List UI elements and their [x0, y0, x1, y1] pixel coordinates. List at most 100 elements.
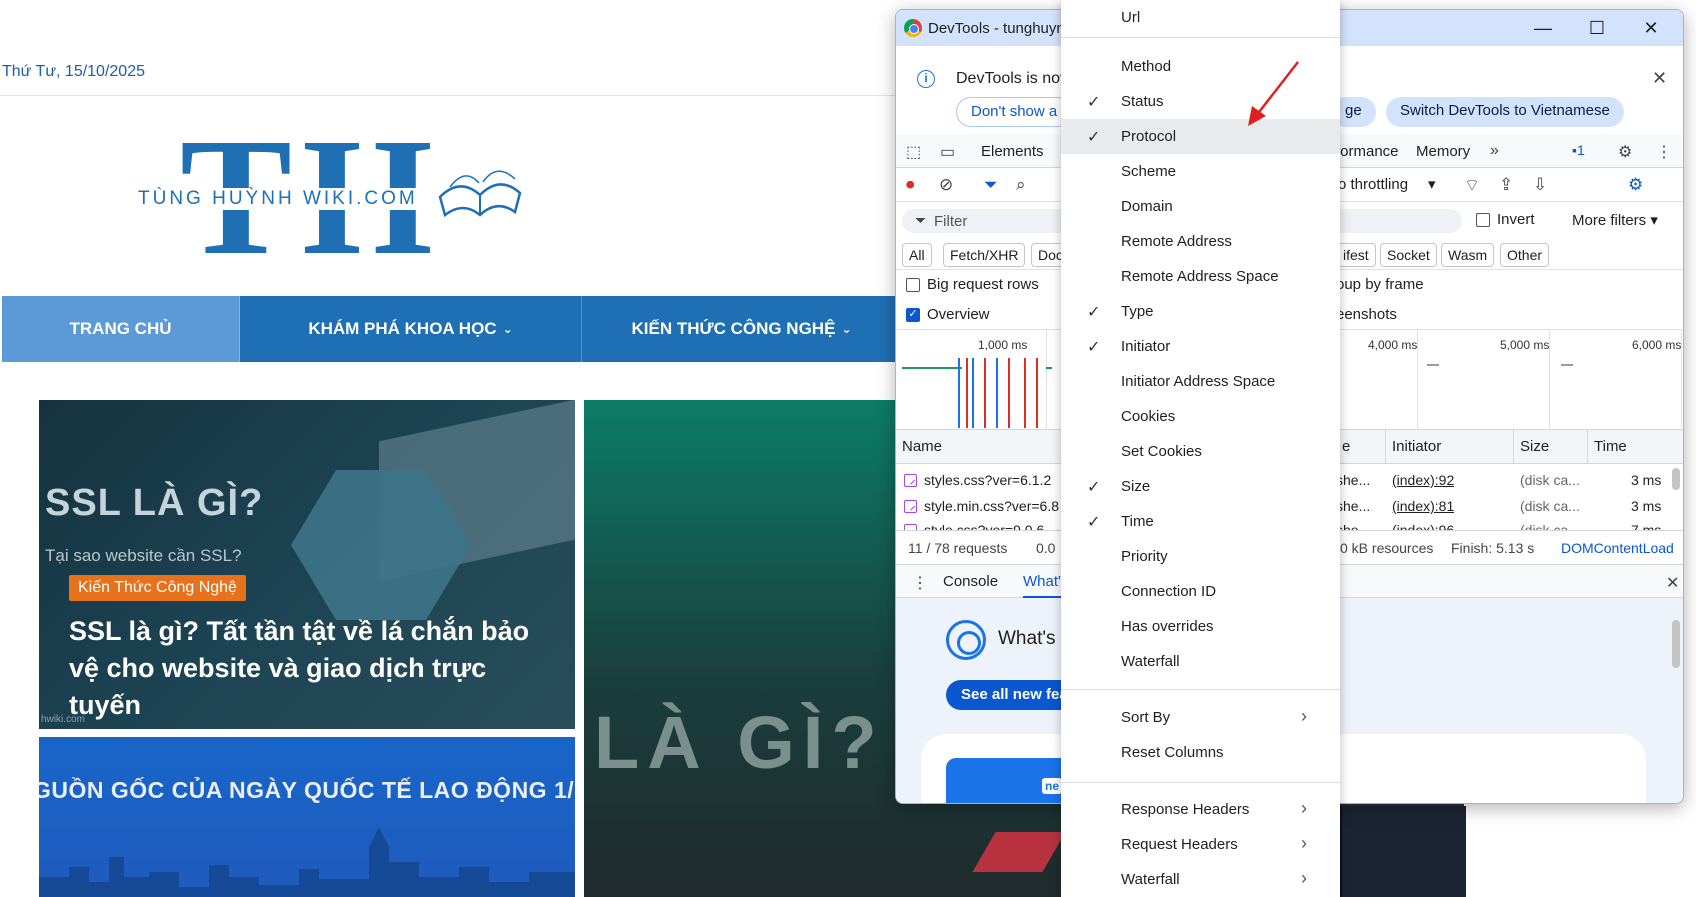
minimize-icon[interactable]: —	[1528, 16, 1558, 40]
menu-item-remote-address-space[interactable]: Remote Address Space	[1061, 259, 1340, 294]
chevron-down-icon: ▾	[1650, 212, 1658, 229]
group-by-frame-label[interactable]: oup by frame	[1336, 276, 1424, 293]
menu-item-scheme[interactable]: Scheme	[1061, 154, 1340, 189]
overview-checkbox[interactable]: ✓	[906, 308, 920, 322]
menu-item-waterfall-sub[interactable]: Waterfall ›	[1061, 862, 1340, 897]
menu-item-response-headers[interactable]: Response Headers ›	[1061, 792, 1340, 827]
annotation-arrow	[1248, 61, 1299, 126]
menu-item-waterfall[interactable]: Waterfall	[1061, 644, 1340, 679]
menu-item-reset-columns[interactable]: Reset Columns	[1061, 735, 1340, 770]
menu-item-label: Scheme	[1121, 163, 1177, 180]
more-options-icon[interactable]: ⋮	[1656, 142, 1672, 162]
filter-wasm[interactable]: Wasm	[1441, 243, 1495, 267]
menu-item-label: Sort By	[1121, 709, 1171, 726]
initiator-link[interactable]: (index):96	[1392, 522, 1454, 530]
funnel-icon: ⏷	[915, 212, 927, 228]
tab-memory[interactable]: Memory	[1416, 143, 1470, 160]
menu-item-initiator[interactable]: ✓ Initiator	[1061, 329, 1340, 364]
search-icon[interactable]: ⌕	[1016, 175, 1026, 195]
dont-show-again-button[interactable]: Don't show a	[956, 97, 1073, 127]
drawer-scrollbar[interactable]	[1672, 620, 1680, 668]
drawer-menu-icon[interactable]: ⋮	[912, 573, 928, 593]
infobar-text: DevTools is nov	[956, 70, 1069, 87]
site-logo[interactable]: TH TÙNG HUỲNH WIKI.COM	[130, 112, 540, 282]
tab-elements[interactable]: Elements	[981, 143, 1044, 160]
menu-item-label: Waterfall	[1121, 871, 1180, 888]
menu-item-time[interactable]: ✓ Time	[1061, 504, 1340, 539]
export-har-icon[interactable]: ⇩	[1533, 175, 1547, 195]
filter-socket[interactable]: Socket	[1380, 243, 1437, 267]
filter-fetch-xhr[interactable]: Fetch/XHR	[943, 243, 1026, 267]
initiator-link[interactable]: (index):81	[1392, 498, 1454, 514]
issues-counter[interactable]: ▪1	[1572, 142, 1585, 158]
menu-item-priority[interactable]: Priority	[1061, 539, 1340, 574]
logo-text: TÙNG HUỲNH WIKI.COM	[136, 188, 420, 210]
more-tabs-icon[interactable]: »	[1490, 142, 1499, 160]
close-drawer-icon[interactable]: ✕	[1666, 573, 1679, 593]
check-icon: ✓	[1087, 339, 1101, 356]
invert-label: Invert	[1497, 211, 1535, 228]
chrome-outline-icon	[946, 620, 986, 660]
screenshots-label[interactable]: eenshots	[1336, 306, 1397, 323]
menu-item-has-overrides[interactable]: Has overrides	[1061, 609, 1340, 644]
inspect-element-icon[interactable]: ⬚	[906, 142, 921, 162]
device-toolbar-icon[interactable]: ▭	[940, 142, 955, 162]
menu-item-domain[interactable]: Domain	[1061, 189, 1340, 224]
card-image-subtitle: Tại sao website cần SSL?	[45, 546, 242, 565]
menu-item-connection-id[interactable]: Connection ID	[1061, 574, 1340, 609]
close-icon[interactable]: ✕	[1652, 68, 1667, 89]
clear-icon[interactable]: ⊘	[939, 175, 953, 195]
switch-language-button[interactable]: Switch DevTools to Vietnamese	[1386, 97, 1624, 127]
menu-item-cookies[interactable]: Cookies	[1061, 399, 1340, 434]
menu-item-label: Remote Address Space	[1121, 268, 1279, 285]
settings-gear-icon[interactable]: ⚙	[1618, 142, 1632, 162]
filter-icon[interactable]: ⏷	[984, 175, 998, 195]
article-card-ssl[interactable]: SSL LÀ GÌ? Tại sao website cần SSL? Kiến…	[39, 400, 575, 729]
nav-home[interactable]: TRANG CHỦ	[2, 296, 240, 362]
filter-manifest[interactable]: ifest	[1336, 243, 1376, 267]
column-time[interactable]: Time	[1588, 430, 1683, 464]
column-type[interactable]: e	[1336, 430, 1386, 464]
nav-science[interactable]: KHÁM PHÁ KHOA HỌC ⌄	[240, 296, 582, 362]
table-scrollbar[interactable]	[1672, 468, 1680, 490]
network-conditions-icon[interactable]: ⌔	[1464, 175, 1480, 196]
menu-item-label: Priority	[1121, 548, 1168, 565]
more-filters-dropdown[interactable]: More filters ▾	[1572, 211, 1658, 229]
article-card-labor-day[interactable]: GUỒN GỐC CỦA NGÀY QUỐC TẾ LAO ĐỘNG 1/5	[39, 737, 575, 897]
menu-item-remote-address[interactable]: Remote Address	[1061, 224, 1340, 259]
category-badge[interactable]: Kiến Thức Công Nghệ	[69, 575, 246, 601]
throttling-select[interactable]: o throttling ▾	[1338, 175, 1436, 193]
filter-all[interactable]: All	[902, 243, 932, 267]
monitor-image	[1338, 806, 1466, 897]
close-icon[interactable]: ✕	[1636, 16, 1666, 40]
article-headline[interactable]: SSL là gì? Tất tần tật về lá chắn bảo vệ…	[69, 613, 549, 724]
import-har-icon[interactable]: ⇪	[1499, 175, 1513, 195]
chevron-right-icon: ›	[1301, 833, 1307, 853]
whats-new-heading: What's	[998, 628, 1056, 649]
menu-item-sort-by[interactable]: Sort By ›	[1061, 700, 1340, 735]
filter-other[interactable]: Other	[1500, 243, 1550, 267]
chevron-right-icon: ›	[1301, 868, 1307, 888]
nav-tech[interactable]: KIẾN THỨC CÔNG NGHỆ ⌄	[582, 296, 902, 362]
menu-item-label: Url	[1121, 9, 1141, 26]
column-size[interactable]: Size	[1514, 430, 1588, 464]
menu-item-label: Has overrides	[1121, 618, 1214, 635]
maximize-icon[interactable]: ☐	[1582, 16, 1612, 40]
tab-console[interactable]: Console	[943, 573, 998, 590]
column-initiator[interactable]: Initiator	[1386, 430, 1514, 464]
request-count: 11 / 78 requests	[908, 540, 1008, 556]
network-settings-icon[interactable]: ⚙	[1628, 175, 1643, 195]
record-stop-icon[interactable]: ⏺	[906, 175, 915, 195]
menu-item-set-cookies[interactable]: Set Cookies	[1061, 434, 1340, 469]
menu-item-type[interactable]: ✓ Type	[1061, 294, 1340, 329]
city-skyline-illustration	[39, 827, 575, 897]
tab-performance[interactable]: formance	[1336, 143, 1399, 160]
big-request-rows-checkbox[interactable]	[906, 278, 920, 292]
invert-checkbox[interactable]	[1476, 213, 1490, 227]
menu-item-size[interactable]: ✓ Size	[1061, 469, 1340, 504]
menu-item-request-headers[interactable]: Request Headers ›	[1061, 827, 1340, 862]
initiator-link[interactable]: (index):92	[1392, 472, 1454, 488]
menu-item-initiator-address-space[interactable]: Initiator Address Space	[1061, 364, 1340, 399]
decorative-shape	[972, 832, 1066, 872]
menu-item-url[interactable]: Url	[1061, 0, 1340, 35]
